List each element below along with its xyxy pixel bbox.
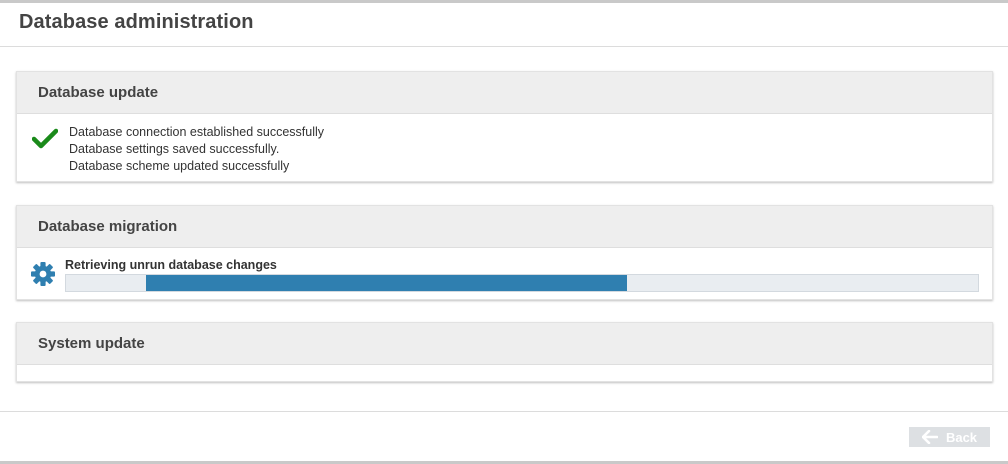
panel-body: Database connection established successf… (17, 114, 992, 182)
page-title: Database administration (19, 11, 254, 33)
panel-title: Database migration (38, 218, 178, 235)
panel-header: Database update (17, 72, 992, 114)
page-footer: Back (0, 411, 1008, 461)
panel-title: Database update (38, 84, 159, 101)
panel-title: System update (38, 335, 145, 352)
panel-body: Retrieving unrun database changes (17, 248, 992, 300)
status-message: Database scheme updated successfully (69, 159, 290, 173)
arrow-left-icon (921, 430, 938, 444)
panel-body (17, 365, 992, 382)
back-button[interactable]: Back (909, 427, 990, 447)
page-header: Database administration (0, 3, 1008, 47)
panel-header: Database migration (17, 206, 992, 248)
progress-bar (65, 274, 979, 292)
database-migration-panel: Database migration Retrieving unrun data… (16, 205, 993, 300)
database-update-panel: Database update Database connection esta… (16, 71, 993, 182)
status-message: Database settings saved successfully. (69, 142, 280, 156)
progress-bar-fill (146, 275, 627, 291)
panel-header: System update (17, 323, 992, 365)
progress-label: Retrieving unrun database changes (65, 258, 277, 272)
status-messages: Database connection established successf… (69, 124, 324, 175)
status-message: Database connection established successf… (69, 125, 325, 139)
main-content: Database update Database connection esta… (0, 48, 1008, 411)
gear-icon (31, 262, 55, 286)
back-button-label: Back (945, 429, 978, 445)
system-update-panel: System update (16, 322, 993, 382)
check-icon (32, 128, 58, 149)
